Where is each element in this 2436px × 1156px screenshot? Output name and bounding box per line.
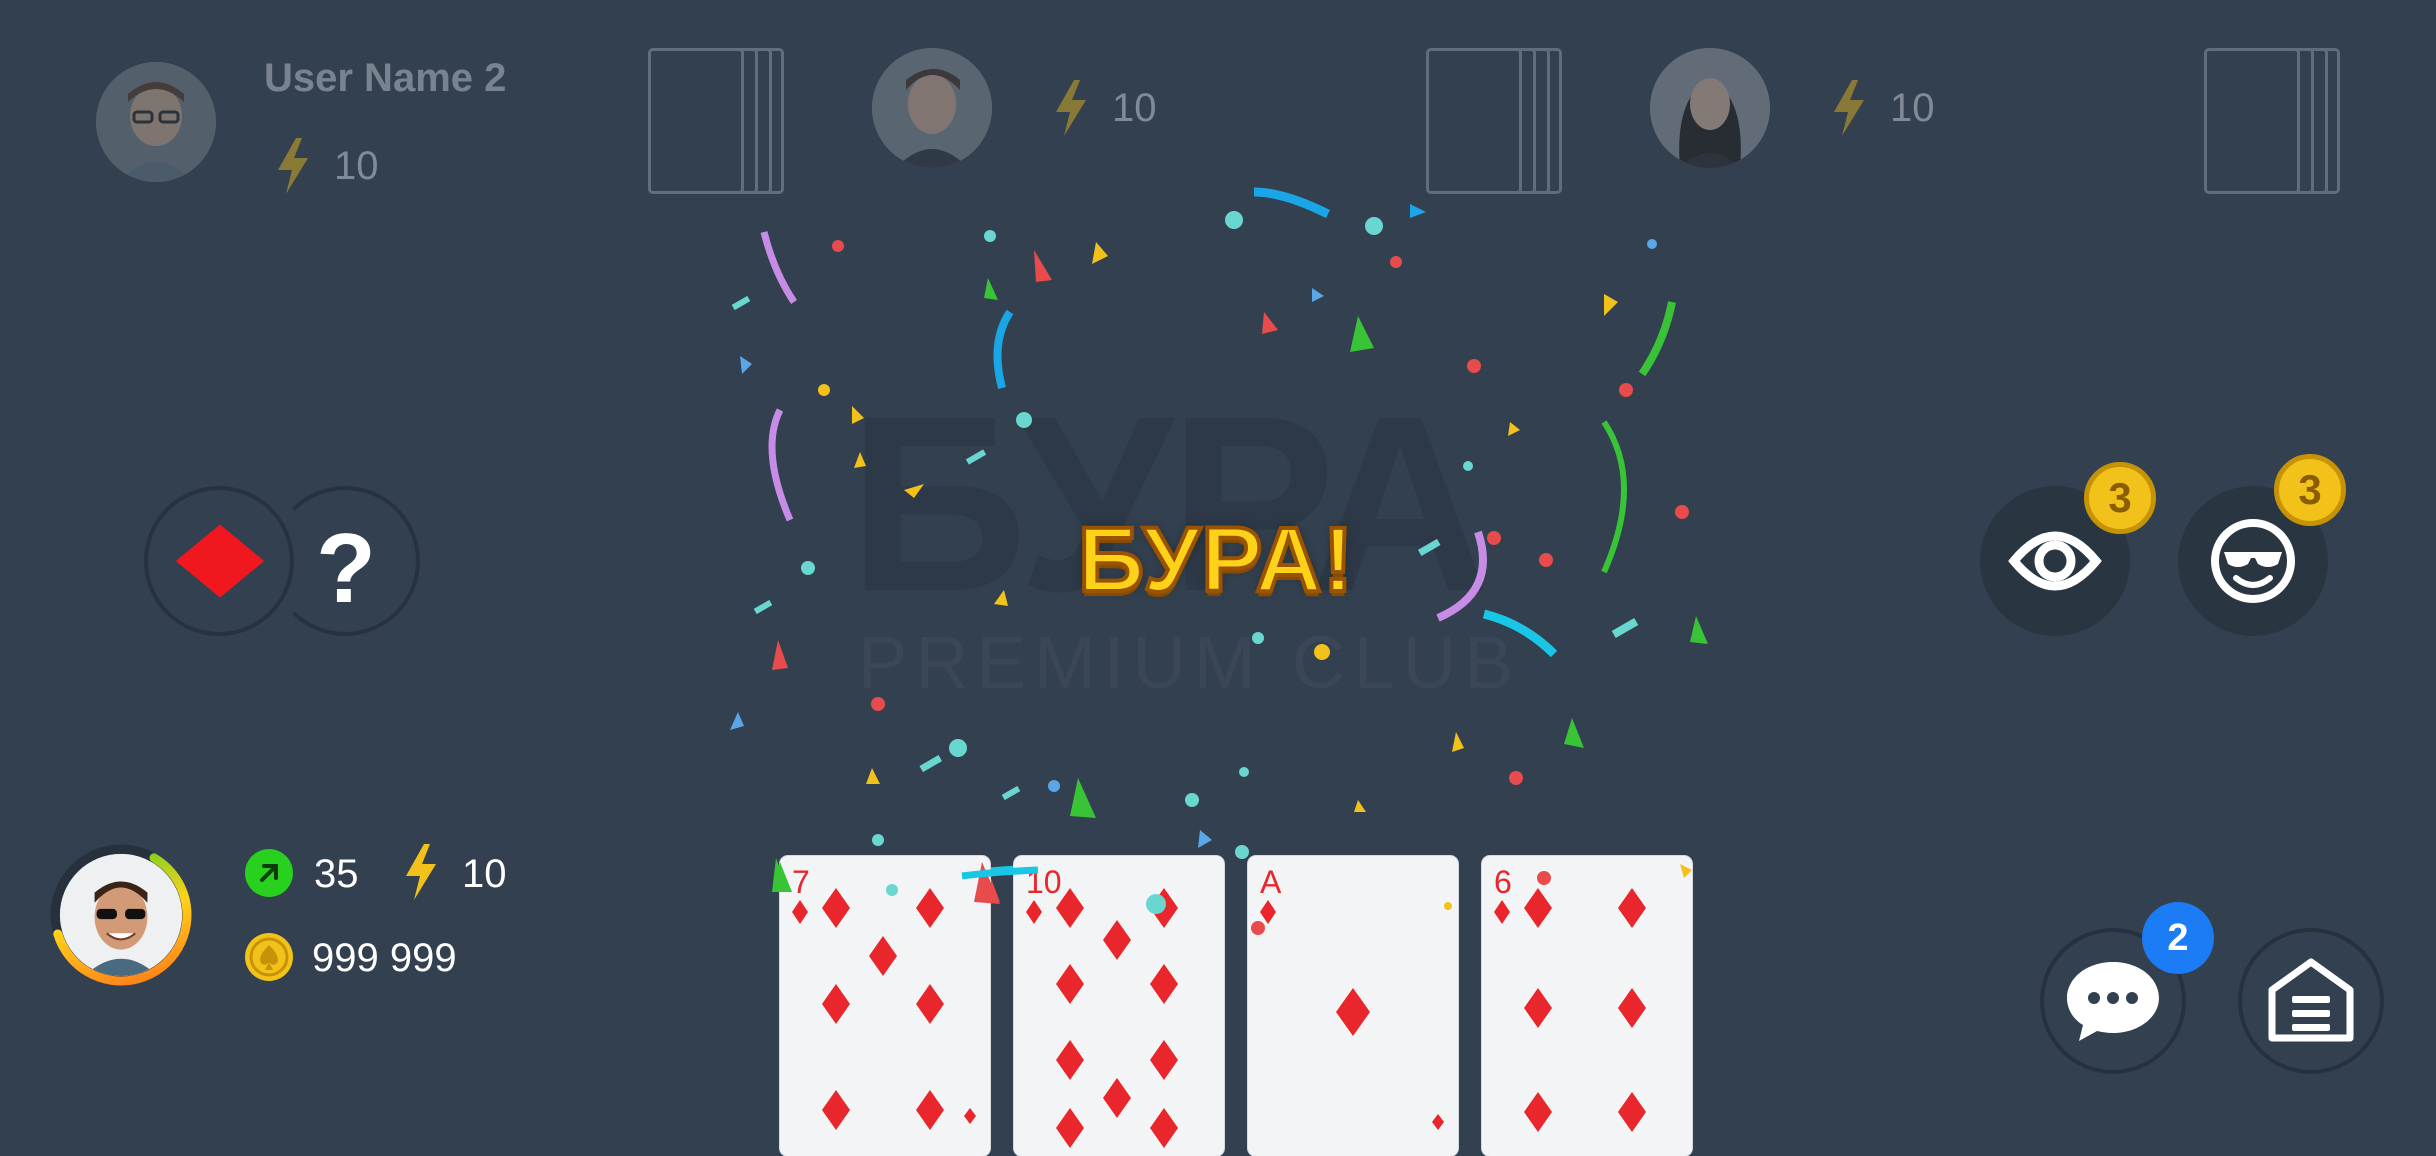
card-face-6-diamonds [1494, 888, 1646, 1132]
watermark-subtitle: PREMIUM CLUB [858, 621, 1522, 704]
hand-card-10-diamonds[interactable]: 10 [1014, 856, 1224, 1156]
menu-house-icon [2268, 958, 2354, 1042]
player-energy: 10 [462, 852, 507, 896]
energy-bolt-icon [278, 138, 308, 194]
spade-coin-icon [245, 933, 293, 981]
opponent-energy: 10 [1890, 86, 1935, 130]
opponent-energy: 10 [334, 144, 379, 188]
diamond-icon [175, 524, 265, 598]
bura-announcement: БУРА! [1076, 507, 1355, 613]
avatar-young-man-icon [872, 48, 992, 168]
player-avatar[interactable] [60, 854, 182, 976]
opponent-card-deck [1426, 48, 1562, 194]
peek-count-badge: 3 [2084, 462, 2156, 534]
card-face-7-diamonds [792, 888, 976, 1130]
avatar-smiling-man-icon [60, 854, 182, 976]
opponent-avatar[interactable] [96, 62, 216, 182]
opponent-avatar[interactable] [1650, 48, 1770, 168]
unknown-card-label: ? [316, 513, 376, 623]
menu-button[interactable] [2238, 928, 2384, 1074]
hand-card-ace-diamonds[interactable]: A [1248, 856, 1458, 1156]
chat-unread-badge: 2 [2142, 902, 2214, 974]
player-coins: 999 999 [312, 936, 457, 980]
hand-card-6-diamonds[interactable]: 6 [1482, 856, 1692, 1156]
card-face-ace-diamonds [1260, 900, 1444, 1130]
energy-bolt-icon [1834, 80, 1864, 136]
card-rank: 6 [1494, 864, 1512, 900]
level-up-icon [245, 849, 293, 897]
player-level: 35 [314, 852, 359, 896]
opponent-card-deck [2204, 48, 2340, 194]
card-rank: 7 [792, 864, 810, 900]
opponent-name: User Name 2 [264, 56, 507, 100]
opponent-card-deck [648, 48, 784, 194]
hand-card-7-diamonds[interactable]: 7 [780, 856, 990, 1156]
card-rank: 10 [1026, 864, 1062, 900]
energy-bolt-icon [1056, 80, 1086, 136]
opponent-avatar[interactable] [872, 48, 992, 168]
avatar-glasses-man-icon [96, 62, 216, 182]
bluff-count-badge: 3 [2274, 454, 2346, 526]
avatar-woman-icon [1650, 48, 1770, 168]
opponent-energy: 10 [1112, 86, 1157, 130]
card-face-10-diamonds [1026, 888, 1178, 1148]
energy-bolt-icon [406, 844, 436, 900]
card-rank: A [1260, 864, 1282, 900]
